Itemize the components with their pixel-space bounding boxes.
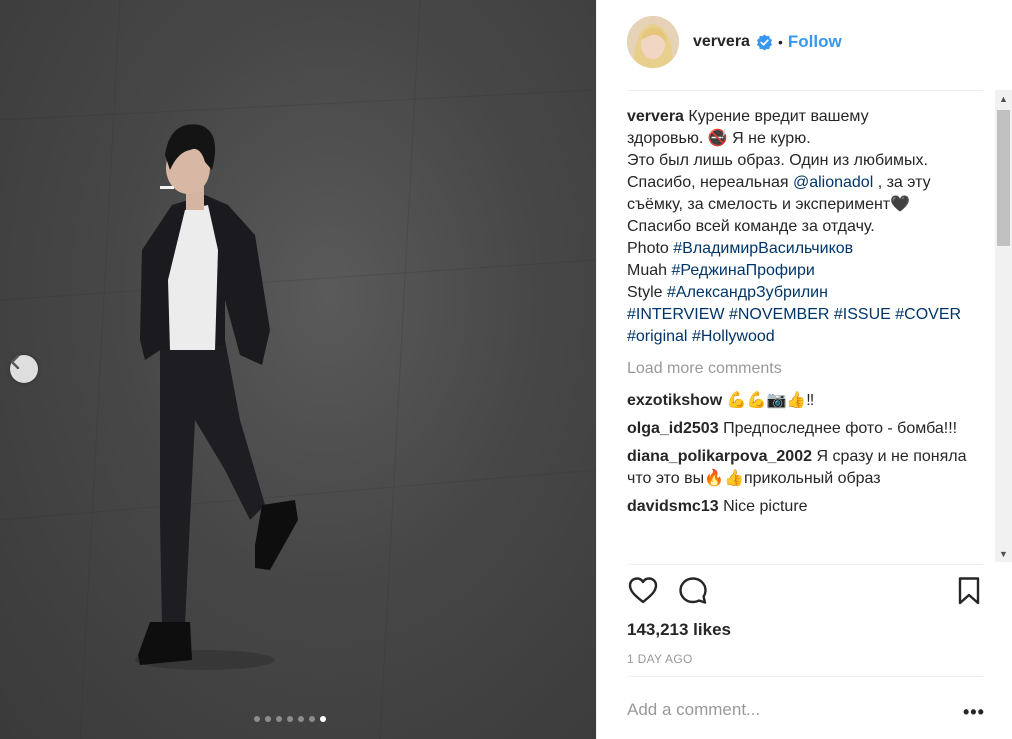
comment-username[interactable]: diana_polikarpova_2002 (627, 448, 812, 465)
post-author-username[interactable]: ververa (693, 33, 750, 51)
carousel-prev-button[interactable] (10, 355, 38, 383)
verified-badge-icon (756, 33, 773, 51)
post-caption: ververa Курение вредит вашему здоровью. … (627, 106, 987, 348)
carousel-dot (298, 716, 304, 722)
hashtag-link[interactable]: #NOVEMBER (729, 306, 829, 323)
caption-text: Muah (627, 262, 672, 279)
caption-text: Спасибо всей команде за отдачу. (627, 218, 875, 235)
comment-item: diana_polikarpova_2002 Я сразу и не поня… (627, 446, 987, 490)
avatar[interactable] (627, 16, 679, 68)
likes-count[interactable]: 143,213 likes (627, 620, 731, 640)
chevron-left-icon (10, 355, 20, 369)
photo-illustration (0, 0, 596, 739)
add-comment-divider (627, 676, 983, 677)
comment-text: Nice picture (723, 498, 808, 515)
avatar-image (627, 16, 679, 68)
caption-text: съёмку, за смелость и эксперимент🖤 (627, 196, 911, 213)
mention-link[interactable]: @alionadol (793, 174, 873, 191)
post-actions (627, 575, 983, 609)
hashtag-link[interactable]: #INTERVIEW (627, 306, 725, 323)
hashtag-link[interactable]: #original (627, 328, 687, 345)
comments-list[interactable]: ververa Курение вредит вашему здоровью. … (627, 106, 987, 564)
bookmark-icon[interactable] (955, 575, 983, 607)
caption-text: Style (627, 284, 668, 301)
heart-icon[interactable] (627, 575, 659, 607)
comments-scrollbar[interactable]: ▲ ▼ (995, 90, 1012, 562)
carousel-dot (309, 716, 315, 722)
actions-divider (627, 564, 983, 565)
caption-text: Спасибо, нереальная (627, 174, 793, 191)
comment-username[interactable]: davidsmc13 (627, 498, 719, 515)
comment-item: davidsmc13 Nice picture (627, 496, 987, 518)
hashtag-link[interactable]: #ВладимирВасильчиков (673, 240, 853, 257)
carousel-dot (254, 716, 260, 722)
caption-username[interactable]: ververa (627, 108, 684, 125)
more-options-icon[interactable]: ••• (963, 702, 985, 723)
caption-text: Photo (627, 240, 674, 257)
comment-username[interactable]: exzotikshow (627, 392, 722, 409)
scrollbar-thumb[interactable] (997, 110, 1010, 246)
scroll-down-arrow-icon[interactable]: ▼ (995, 545, 1012, 562)
add-comment-input[interactable] (627, 698, 937, 722)
hashtag-link[interactable]: #АлександрЗубрилин (667, 284, 828, 301)
carousel-dot (287, 716, 293, 722)
hashtag-link[interactable]: #ISSUE (834, 306, 891, 323)
caption-text: Это был лишь образ. Один из любимых. (627, 152, 928, 169)
carousel-dot (265, 716, 271, 722)
post-photo[interactable] (0, 0, 596, 739)
load-more-comments-button[interactable]: Load more comments (627, 358, 987, 380)
caption-text: здоровью. 🚭 Я не курю. (627, 130, 811, 147)
hashtag-link[interactable]: #Hollywood (692, 328, 775, 345)
comment-bubble-icon[interactable] (677, 575, 709, 607)
header-divider (627, 90, 983, 91)
comment-item: olga_id2503 Предпоследнее фото - бомба!!… (627, 418, 987, 440)
post-side-panel: ververa • Follow ververa Курение вредит … (596, 0, 1012, 739)
post-timestamp[interactable]: 1 DAY AGO (627, 652, 693, 666)
comment-text: Предпоследнее фото - бомба!!! (723, 420, 958, 437)
scroll-up-arrow-icon[interactable]: ▲ (995, 90, 1012, 107)
carousel-indicator (254, 716, 326, 722)
comment-item: exzotikshow 💪💪📷👍‼ (627, 390, 987, 412)
carousel-dot-active (320, 716, 326, 722)
hashtag-link[interactable]: #РеджинаПрофири (671, 262, 814, 279)
caption-text: Курение вредит вашему (688, 108, 869, 125)
comment-text: 💪💪📷👍‼ (726, 392, 815, 409)
follow-button[interactable]: Follow (788, 32, 842, 52)
caption-text: , за эту (873, 174, 931, 191)
post-header: ververa • Follow (627, 15, 983, 69)
comment-username[interactable]: olga_id2503 (627, 420, 719, 437)
header-separator: • (777, 34, 783, 50)
carousel-dot (276, 716, 282, 722)
hashtag-link[interactable]: #COVER (895, 306, 961, 323)
